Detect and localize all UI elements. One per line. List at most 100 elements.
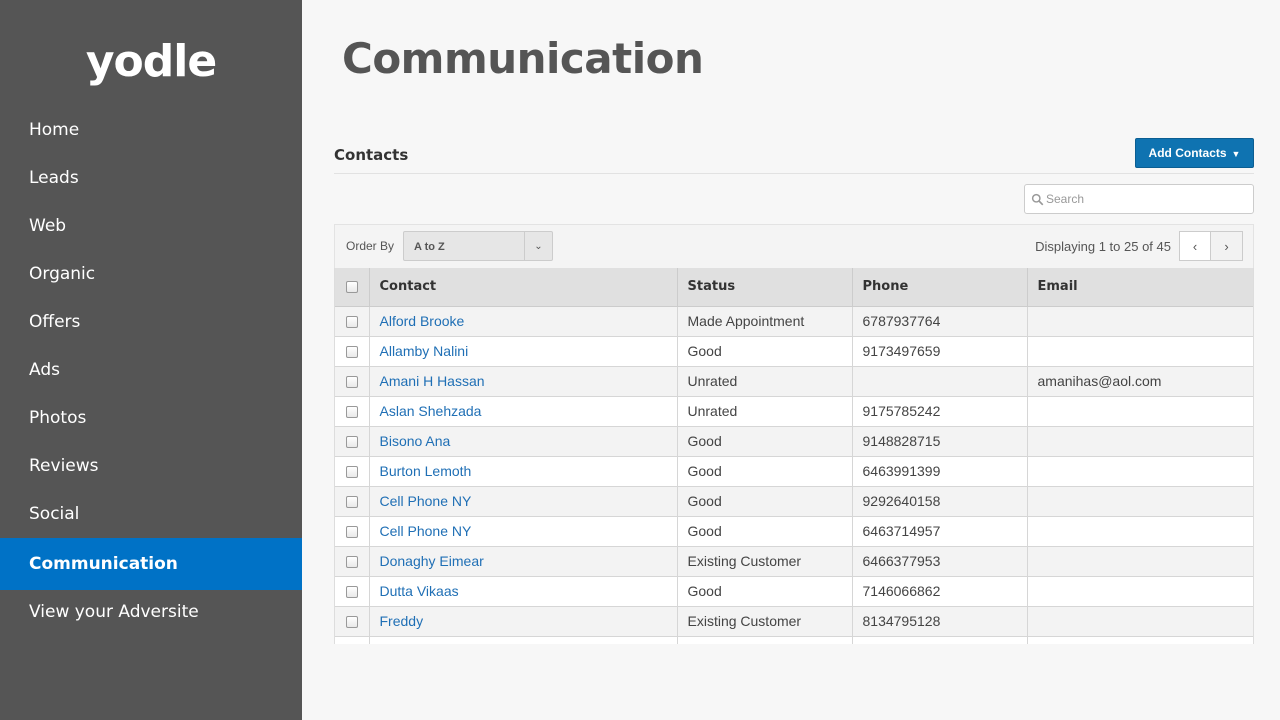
order-by-select[interactable]: A to Z ⌄ <box>403 231 553 261</box>
table-row[interactable]: Burton Lemoth Good 6463991399 <box>335 456 1253 487</box>
contact-cell: Cell Phone NY <box>369 516 678 547</box>
pagination: ‹ › <box>1179 231 1243 261</box>
sidebar-item-home[interactable]: Home <box>0 106 302 154</box>
contact-cell: Amani H Hassan <box>369 366 678 397</box>
table-row[interactable]: Aslan Shehzada Unrated 9175785242 <box>335 396 1253 427</box>
sidebar-item-communication[interactable]: Communication <box>0 538 302 590</box>
status-cell: Existing Customer <box>677 546 853 577</box>
status-cell: Unrated <box>677 396 853 427</box>
sidebar-item-leads[interactable]: Leads <box>0 154 302 202</box>
column-header-contact[interactable]: Contact <box>369 268 678 307</box>
contact-cell: Allamby Nalini <box>369 336 678 367</box>
status-cell: Good <box>677 486 853 517</box>
contact-name-link[interactable]: Donaghy Eimear <box>380 553 484 569</box>
contact-name-link[interactable]: Aslan Shehzada <box>380 403 482 419</box>
select-all-checkbox[interactable] <box>345 280 358 293</box>
contact-cell <box>369 636 678 644</box>
sidebar-item-photos[interactable]: Photos <box>0 394 302 442</box>
row-checkbox[interactable] <box>345 556 358 569</box>
contact-cell: Donaghy Eimear <box>369 546 678 577</box>
sidebar-item-web[interactable]: Web <box>0 202 302 250</box>
row-checkbox[interactable] <box>345 376 358 389</box>
phone-cell: 7146066862 <box>852 576 1028 607</box>
contact-name-link[interactable]: Amani H Hassan <box>380 373 485 389</box>
contact-name-link[interactable]: Burton Lemoth <box>380 463 472 479</box>
contacts-table-container[interactable]: Contact Status Phone Email Alford Brooke… <box>334 268 1254 644</box>
sidebar-item-offers[interactable]: Offers <box>0 298 302 346</box>
table-row[interactable]: Cell Phone NY Good 6463714957 <box>335 516 1253 547</box>
row-select-cell <box>335 606 370 637</box>
column-header-email[interactable]: Email <box>1027 268 1253 307</box>
row-select-cell <box>335 486 370 517</box>
sidebar-item-view-adversite[interactable]: View your Adversite <box>0 588 302 636</box>
row-checkbox[interactable] <box>345 466 358 479</box>
email-cell <box>1027 306 1253 337</box>
brand-logo[interactable]: yodle <box>0 36 302 87</box>
table-row[interactable] <box>335 636 1253 644</box>
order-by-value: A to Z <box>414 241 445 253</box>
section-divider <box>334 173 1254 174</box>
pagination-status: Displaying 1 to 25 of 45 <box>1035 239 1171 254</box>
row-checkbox[interactable] <box>345 346 358 359</box>
contact-cell: Burton Lemoth <box>369 456 678 487</box>
column-header-status[interactable]: Status <box>677 268 853 307</box>
next-page-button[interactable]: › <box>1211 231 1243 261</box>
table-row[interactable]: Donaghy Eimear Existing Customer 646637795… <box>335 546 1253 577</box>
phone-cell: 9175785242 <box>852 396 1028 427</box>
sidebar-item-social[interactable]: Social <box>0 490 302 538</box>
row-select-cell <box>335 576 370 607</box>
status-cell <box>677 636 853 644</box>
status-cell: Unrated <box>677 366 853 397</box>
table-header-row: Contact Status Phone Email <box>335 268 1253 307</box>
table-row[interactable]: Freddy Existing Customer 8134795128 <box>335 606 1253 637</box>
table-row[interactable]: Allamby Nalini Good 9173497659 <box>335 336 1253 367</box>
search-box[interactable] <box>1024 184 1254 214</box>
sidebar-item-organic[interactable]: Organic <box>0 250 302 298</box>
email-cell <box>1027 636 1253 644</box>
contact-name-link[interactable]: Allamby Nalini <box>380 343 469 359</box>
row-checkbox[interactable] <box>345 406 358 419</box>
table-row[interactable]: Dutta Vikaas Good 7146066862 <box>335 576 1253 607</box>
contact-cell: Dutta Vikaas <box>369 576 678 607</box>
contact-name-link[interactable]: Dutta Vikaas <box>380 583 459 599</box>
row-checkbox[interactable] <box>345 586 358 599</box>
add-contacts-button[interactable]: Add Contacts ▼ <box>1135 138 1254 168</box>
contact-name-link[interactable]: Cell Phone NY <box>380 523 472 539</box>
chevron-left-icon: ‹ <box>1192 238 1198 254</box>
email-cell <box>1027 456 1253 487</box>
phone-cell: 6463714957 <box>852 516 1028 547</box>
phone-cell: 9173497659 <box>852 336 1028 367</box>
contact-cell: Alford Brooke <box>369 306 678 337</box>
row-checkbox[interactable] <box>345 316 358 329</box>
table-row[interactable]: Alford Brooke Made Appointment 6787937764 <box>335 306 1253 337</box>
status-cell: Good <box>677 516 853 547</box>
order-by-label: Order By <box>346 239 395 253</box>
status-cell: Good <box>677 426 853 457</box>
contact-name-link[interactable]: Freddy <box>380 613 424 629</box>
email-cell: amanihas@aol.com <box>1027 366 1253 397</box>
row-select-cell <box>335 516 370 547</box>
contact-name-link[interactable]: Alford Brooke <box>380 313 465 329</box>
contact-name-link[interactable]: Cell Phone NY <box>380 493 472 509</box>
prev-page-button[interactable]: ‹ <box>1179 231 1211 261</box>
row-checkbox[interactable] <box>345 616 358 629</box>
contact-name-link[interactable]: Bisono Ana <box>380 433 451 449</box>
chevron-right-icon: › <box>1224 238 1229 254</box>
table-row[interactable]: Bisono Ana Good 9148828715 <box>335 426 1253 457</box>
phone-cell <box>852 636 1028 644</box>
row-checkbox[interactable] <box>345 526 358 539</box>
add-contacts-label: Add Contacts <box>1148 146 1227 160</box>
table-row[interactable]: Cell Phone NY Good 9292640158 <box>335 486 1253 517</box>
sidebar-item-ads[interactable]: Ads <box>0 346 302 394</box>
status-cell: Good <box>677 576 853 607</box>
phone-cell: 6463991399 <box>852 456 1028 487</box>
row-select-cell <box>335 456 370 487</box>
select-all-cell <box>335 268 370 307</box>
sidebar-item-reviews[interactable]: Reviews <box>0 442 302 490</box>
column-header-phone[interactable]: Phone <box>852 268 1028 307</box>
table-row[interactable]: Amani H Hassan Unrated amanihas@aol.com <box>335 366 1253 397</box>
chevron-down-icon: ⌄ <box>524 232 552 260</box>
search-input[interactable] <box>1046 192 1236 206</box>
row-checkbox[interactable] <box>345 496 358 509</box>
row-checkbox[interactable] <box>345 436 358 449</box>
